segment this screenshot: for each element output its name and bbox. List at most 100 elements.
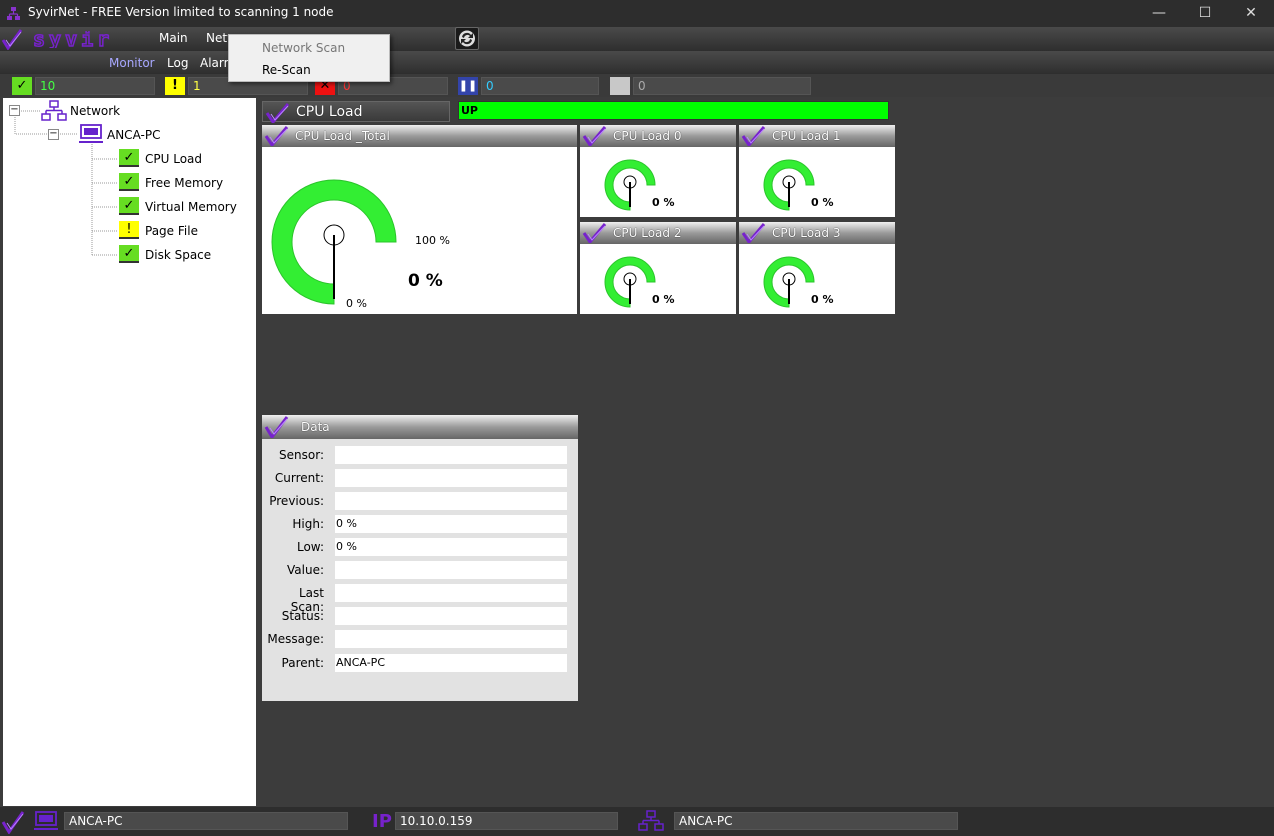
menu-item-re-scan[interactable]: Re-Scan xyxy=(262,63,311,77)
gauge-core2-body: 0 % xyxy=(580,244,736,314)
sensor-header: CPU Load xyxy=(262,101,450,123)
tree-sensor-virtual-memory[interactable]: Virtual Memory xyxy=(145,200,237,214)
status-bar: ANCA-PC IP 10.10.0.159 ANCA-PC xyxy=(0,807,1274,836)
data-field-last-scan[interactable] xyxy=(335,584,567,602)
warning-icon: ! xyxy=(165,77,185,95)
syvir-check-icon xyxy=(264,416,289,438)
data-label-sensor: Sensor: xyxy=(279,448,324,462)
computer-icon xyxy=(34,811,58,830)
gauge-total-title: CPU Load _Total xyxy=(295,129,390,143)
gauge-total-body: 100 % 0 % 0 % xyxy=(262,147,577,314)
tab-log[interactable]: Log xyxy=(167,56,188,70)
gauge-core0-header: CPU Load 0 xyxy=(580,125,736,147)
network-dropdown-menu: Network Scan Re-Scan xyxy=(228,34,390,82)
gauge-core1-title: CPU Load 1 xyxy=(772,129,841,143)
data-field-low[interactable]: 0 % xyxy=(335,538,567,556)
syvir-check-icon xyxy=(1,811,25,834)
tree-sensor-cpu-load[interactable]: CPU Load xyxy=(145,152,202,166)
data-label-current: Current: xyxy=(274,471,324,485)
syvir-check-icon xyxy=(741,223,766,243)
gauge-core3-title: CPU Load 3 xyxy=(772,226,841,240)
status-host: ANCA-PC xyxy=(64,812,348,830)
gauge-core0-value: 0 % xyxy=(652,196,675,209)
gauge-core3-header: CPU Load 3 xyxy=(739,222,895,244)
network-icon xyxy=(41,100,67,121)
gauge-total-min-label: 0 % xyxy=(346,297,367,310)
data-label-message: Message: xyxy=(267,632,324,646)
menu-item-network-scan[interactable]: Network Scan xyxy=(262,41,345,55)
data-field-status[interactable] xyxy=(335,607,567,625)
data-field-high[interactable]: 0 % xyxy=(335,515,567,533)
minimize-button[interactable]: — xyxy=(1136,0,1182,27)
pause-icon: ❚❚ xyxy=(458,77,478,95)
gauge-core0-title: CPU Load 0 xyxy=(613,129,682,143)
sub-menu-bar: Monitor Log Alarm xyxy=(0,51,1274,74)
syvir-check-icon xyxy=(582,126,607,146)
window-title: SyvirNet - FREE Version limited to scann… xyxy=(28,5,334,19)
network-icon xyxy=(638,810,664,831)
status-network-host: ANCA-PC xyxy=(674,812,958,830)
collapse-host-toggle[interactable]: − xyxy=(48,129,59,140)
data-label-high: High: xyxy=(292,517,324,531)
data-label-low: Low: xyxy=(296,540,324,554)
collapse-network-toggle[interactable]: − xyxy=(9,105,20,116)
data-panel-body: Sensor: Current: Previous: High: 0 % Low… xyxy=(262,439,578,701)
close-button[interactable]: ✕ xyxy=(1228,0,1274,27)
gauge-core0-body: 0 % xyxy=(580,147,736,217)
data-field-previous[interactable] xyxy=(335,492,567,510)
free-memory-status-icon: ✓ xyxy=(119,173,139,191)
gauge-core1-value: 0 % xyxy=(811,196,834,209)
status-counters-bar: ✓ 10 ! 1 ✕ 0 ❚❚ 0 0 xyxy=(0,74,1274,97)
tree-sensor-disk-space[interactable]: Disk Space xyxy=(145,248,211,262)
gauge-total-header: CPU Load _Total xyxy=(262,125,577,147)
syvir-check-icon xyxy=(264,126,289,146)
ok-count: 10 xyxy=(35,77,155,95)
disk-space-status-icon: ✓ xyxy=(119,245,139,263)
computer-icon xyxy=(79,124,103,143)
sensor-state-bar: UP xyxy=(458,101,889,120)
gauge-core3-value: 0 % xyxy=(811,293,834,306)
cpu-load-status-icon: ✓ xyxy=(119,149,139,167)
tree-host-label[interactable]: ANCA-PC xyxy=(107,128,160,142)
syvir-logo: syvir xyxy=(33,31,113,48)
gauge-core2-value: 0 % xyxy=(652,293,675,306)
unknown-count: 0 xyxy=(633,77,811,95)
ip-icon: IP xyxy=(372,811,392,832)
status-ip: 10.10.0.159 xyxy=(395,812,618,830)
data-field-value[interactable] xyxy=(335,561,567,579)
syvir-check-icon xyxy=(265,103,290,123)
data-field-parent[interactable]: ANCA-PC xyxy=(335,654,567,672)
gauge-core2-header: CPU Load 2 xyxy=(580,222,736,244)
menu-main[interactable]: Main xyxy=(159,31,188,45)
network-tree: − Network − ANCA-PC ✓ CPU Load ✓ Free Me… xyxy=(3,98,256,806)
syvir-logo-text: syvir xyxy=(33,31,113,48)
data-label-previous: Previous: xyxy=(269,494,324,508)
data-field-sensor[interactable] xyxy=(335,446,567,464)
tree-root-label[interactable]: Network xyxy=(70,104,120,118)
tab-monitor[interactable]: Monitor xyxy=(109,56,155,70)
ok-check-icon: ✓ xyxy=(12,77,32,95)
unknown-status-icon xyxy=(610,77,630,95)
data-label-parent: Parent: xyxy=(281,656,324,670)
page-file-warning-icon: ! xyxy=(119,221,139,239)
menu-bar: syvir Main Netw xyxy=(0,27,1274,51)
gauge-core1-body: 0 % xyxy=(739,147,895,217)
gauge-total-value: 0 % xyxy=(408,271,443,291)
sensor-title: CPU Load xyxy=(296,104,363,120)
syvir-check-icon xyxy=(1,29,23,50)
tree-sensor-page-file[interactable]: Page File xyxy=(145,224,198,238)
syvir-check-icon xyxy=(741,126,766,146)
data-panel-title: Data xyxy=(301,420,330,434)
app-network-icon xyxy=(7,7,20,20)
refresh-icon xyxy=(459,30,475,47)
data-field-current[interactable] xyxy=(335,469,567,487)
gauge-core3-body: 0 % xyxy=(739,244,895,314)
gauge-core2-title: CPU Load 2 xyxy=(613,226,682,240)
syvir-check-icon xyxy=(582,223,607,243)
maximize-button[interactable]: ☐ xyxy=(1182,0,1228,27)
refresh-button[interactable] xyxy=(455,27,479,50)
gauge-core1-header: CPU Load 1 xyxy=(739,125,895,147)
tree-sensor-free-memory[interactable]: Free Memory xyxy=(145,176,223,190)
data-field-message[interactable] xyxy=(335,630,567,648)
data-label-status: Status: xyxy=(281,609,324,623)
